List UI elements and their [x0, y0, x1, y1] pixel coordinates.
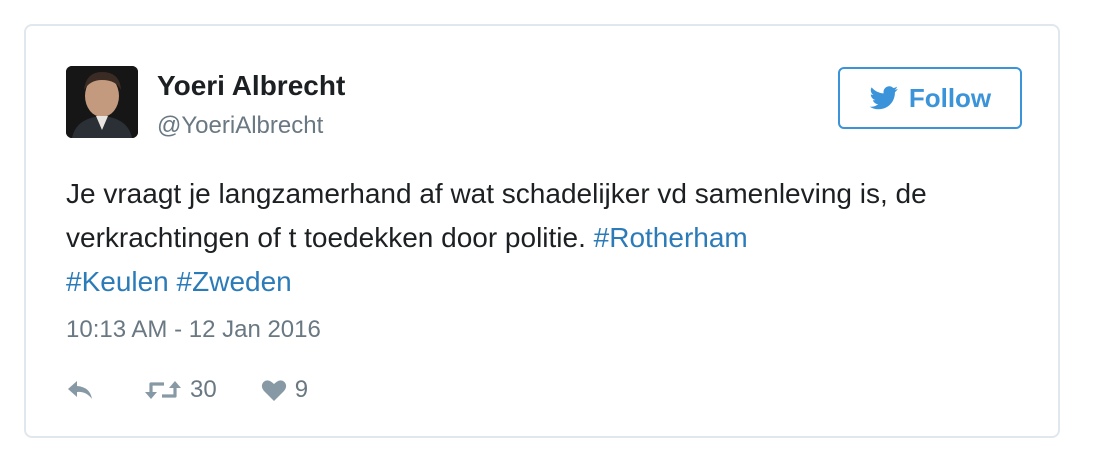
- hashtag-link[interactable]: #Rotherham: [594, 222, 748, 253]
- author-display-name[interactable]: Yoeri Albrecht: [157, 70, 345, 102]
- tweet-timestamp[interactable]: 10:13 AM - 12 Jan 2016: [66, 316, 321, 344]
- reply-button[interactable]: [66, 378, 96, 402]
- tweet-actions: 30 9: [66, 374, 308, 406]
- retweet-button[interactable]: 30: [144, 376, 217, 404]
- twitter-bird-icon: [869, 86, 898, 110]
- avatar[interactable]: [66, 66, 138, 138]
- follow-label: Follow: [908, 82, 992, 113]
- heart-icon: [261, 380, 286, 401]
- avatar-photo: [66, 66, 138, 138]
- hashtag-link[interactable]: #Keulen: [66, 266, 169, 297]
- tweet-body: Je vraagt je langzamerhand af wat schade…: [66, 178, 927, 253]
- retweet-count: 30: [190, 376, 217, 403]
- author-screen-name[interactable]: @YoeriAlbrecht: [157, 112, 323, 140]
- retweet-icon: [145, 381, 181, 399]
- follow-button[interactable]: Follow: [838, 67, 1022, 129]
- hashtag-link[interactable]: #Zweden: [177, 266, 292, 297]
- like-button[interactable]: 9: [261, 376, 308, 404]
- like-count: 9: [294, 376, 309, 403]
- tweet-card: Yoeri Albrecht @YoeriAlbrecht Follow Je …: [24, 24, 1060, 438]
- tweet-text: Je vraagt je langzamerhand af wat schade…: [66, 172, 1026, 304]
- reply-icon: [68, 381, 92, 399]
